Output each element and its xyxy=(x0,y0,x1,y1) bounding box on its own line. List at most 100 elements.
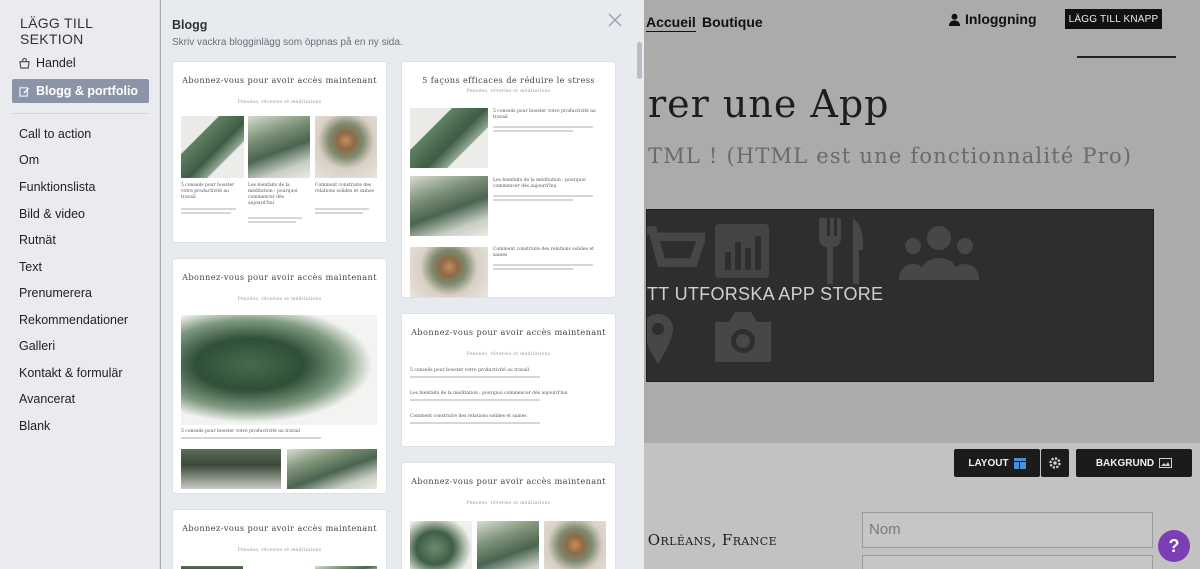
section-catalog-panel: Blogg Skriv vackra blogginlägg som öppna… xyxy=(161,0,644,569)
post-caption: Les bienfaits de la méditation : pourquo… xyxy=(248,183,298,206)
sidebar-item-label: Handel xyxy=(36,56,76,70)
post-caption: Comment construire des relations solides… xyxy=(493,247,594,258)
text-line xyxy=(315,208,369,210)
scrollbar-thumb[interactable] xyxy=(637,42,642,79)
post-caption: 5 conseils pour booster votre productivi… xyxy=(181,429,300,434)
utensils-icon xyxy=(819,218,863,284)
post-image xyxy=(410,176,488,236)
post-image xyxy=(287,449,377,489)
sidebar-item-rutnat[interactable]: Rutnät xyxy=(12,228,149,252)
post-caption: Comment construire des relations solides… xyxy=(315,183,374,194)
text-line xyxy=(181,437,321,439)
app-store-banner[interactable]: TT UTFORSKA APP STORE xyxy=(646,209,1154,382)
sidebar-item-handel[interactable]: Handel xyxy=(12,51,149,75)
user-icon xyxy=(948,13,961,26)
sidebar-item-label: Prenumerera xyxy=(19,286,92,300)
text-line xyxy=(248,217,302,219)
text-line xyxy=(410,376,540,378)
sidebar-item-avancerat[interactable]: Avancerat xyxy=(12,387,149,411)
blog-template-card[interactable]: Abonnez-vous pour avoir accès maintenant… xyxy=(402,314,615,446)
bar-chart-icon xyxy=(715,224,769,278)
sidebar-item-label: Rutnät xyxy=(19,233,56,247)
sidebar-item-bild-video[interactable]: Bild & video xyxy=(12,202,149,226)
card-title: 5 façons efficaces de réduire le stress xyxy=(422,75,595,85)
sidebar-item-label: Rekommendationer xyxy=(19,313,129,327)
card-title: Abonnez-vous pour avoir accès maintenant xyxy=(182,523,377,533)
post-image xyxy=(315,116,377,178)
shop-icon xyxy=(19,57,30,69)
panel-subtitle: Skriv vackra blogginlägg som öppnas på e… xyxy=(172,37,403,48)
layout-button[interactable]: LAYOUT xyxy=(954,449,1040,477)
sidebar-item-label: Text xyxy=(19,260,42,274)
layout-icon xyxy=(1013,457,1026,469)
text-line xyxy=(315,212,363,214)
card-tagline: Pensées, rêveries et méditations xyxy=(466,352,551,357)
divider xyxy=(1077,56,1176,58)
text-line xyxy=(493,195,593,197)
sidebar-item-om[interactable]: Om xyxy=(12,148,149,172)
users-icon xyxy=(899,226,979,280)
cart-icon xyxy=(647,226,705,267)
close-icon[interactable] xyxy=(607,12,623,28)
help-button[interactable]: ? xyxy=(1158,530,1190,562)
post-image xyxy=(181,315,377,425)
sidebar-item-label: Galleri xyxy=(19,339,56,353)
text-line xyxy=(493,130,573,132)
blog-template-card[interactable]: Abonnez-vous pour avoir accès maintenant… xyxy=(173,259,386,493)
card-title: Abonnez-vous pour avoir accès maintenant xyxy=(411,327,606,337)
banner-text[interactable]: TT UTFORSKA APP STORE xyxy=(647,284,883,305)
card-title: Abonnez-vous pour avoir accès maintenant xyxy=(182,75,377,85)
card-tagline: Pensées, rêveries et méditations xyxy=(237,548,322,553)
text-line xyxy=(493,199,573,201)
gear-icon xyxy=(1049,457,1061,469)
settings-button[interactable] xyxy=(1041,449,1069,477)
blog-template-card[interactable]: Abonnez-vous pour avoir accès maintenant… xyxy=(173,62,386,242)
post-caption: 5 conseils pour booster votre productivi… xyxy=(181,183,235,200)
name-field[interactable]: Nom xyxy=(862,512,1153,548)
text-line xyxy=(248,221,296,223)
blog-template-card[interactable]: 5 façons efficaces de réduire le stress … xyxy=(402,62,615,297)
nav-accueil[interactable]: Accueil xyxy=(646,14,696,32)
email-field[interactable] xyxy=(862,555,1153,569)
scrollbar[interactable] xyxy=(637,40,642,569)
image-icon xyxy=(1159,458,1173,468)
sidebar-item-prenumerera[interactable]: Prenumerera xyxy=(12,281,149,305)
post-caption: Les bienfaits de la méditation : pourquo… xyxy=(493,178,586,189)
post-image xyxy=(410,108,488,168)
post-image xyxy=(181,449,281,489)
panel-title: Blogg xyxy=(172,18,208,32)
edit-icon xyxy=(19,86,30,97)
blog-template-card[interactable]: Abonnez-vous pour avoir accès maintenant… xyxy=(402,463,615,569)
card-title: Abonnez-vous pour avoir accès maintenant xyxy=(411,476,606,486)
background-label: BAKGRUND xyxy=(1095,457,1155,469)
background-button[interactable]: BAKGRUND xyxy=(1076,449,1192,477)
card-tagline: Pensées, rêveries et méditations xyxy=(237,297,322,302)
sidebar-item-galleri[interactable]: Galleri xyxy=(12,334,149,358)
sidebar-item-label: Avancerat xyxy=(19,392,76,406)
nav-boutique[interactable]: Boutique xyxy=(702,14,763,30)
text-line xyxy=(410,399,540,401)
camera-icon xyxy=(715,312,771,362)
sidebar-item-label: Blogg & portfolio xyxy=(36,84,139,98)
post-caption: 5 conseils pour booster votre productivi… xyxy=(410,368,529,373)
post-image xyxy=(248,116,310,178)
hero-title[interactable]: rer une App xyxy=(648,82,890,126)
blog-template-card[interactable]: Abonnez-vous pour avoir accès maintenant… xyxy=(173,510,386,569)
sidebar-title: LÄGG TILL SEKTION xyxy=(20,15,93,47)
sidebar-item-rekommendationer[interactable]: Rekommendationer xyxy=(12,308,149,332)
sidebar-item-label: Kontakt & formulär xyxy=(19,366,123,380)
sidebar-item-kontakt-formular[interactable]: Kontakt & formulär xyxy=(12,361,149,385)
address-text[interactable]: o, Orléans, France xyxy=(628,531,777,549)
login-link[interactable]: Inloggning xyxy=(948,11,1037,27)
post-caption: Les bienfaits de la méditation : pourquo… xyxy=(410,391,568,396)
sidebar-item-blogg-portfolio[interactable]: Blogg & portfolio xyxy=(12,79,149,103)
sidebar-item-call-to-action[interactable]: Call to action xyxy=(12,122,149,146)
sidebar-item-label: Blank xyxy=(19,419,51,433)
card-tagline: Pensées, rêveries et méditations xyxy=(237,100,322,105)
sidebar-item-funktionslista[interactable]: Funktionslista xyxy=(12,175,149,199)
add-button[interactable]: LÄGG TILL KNAPP xyxy=(1065,9,1162,29)
sidebar-item-blank[interactable]: Blank xyxy=(12,414,149,438)
sidebar-item-text[interactable]: Text xyxy=(12,255,149,279)
hero-subtitle[interactable]: TML ! (HTML est une fonctionnalité Pro) xyxy=(648,144,1132,168)
add-section-sidebar: LÄGG TILL SEKTION Handel Blogg & portfol… xyxy=(0,0,160,569)
